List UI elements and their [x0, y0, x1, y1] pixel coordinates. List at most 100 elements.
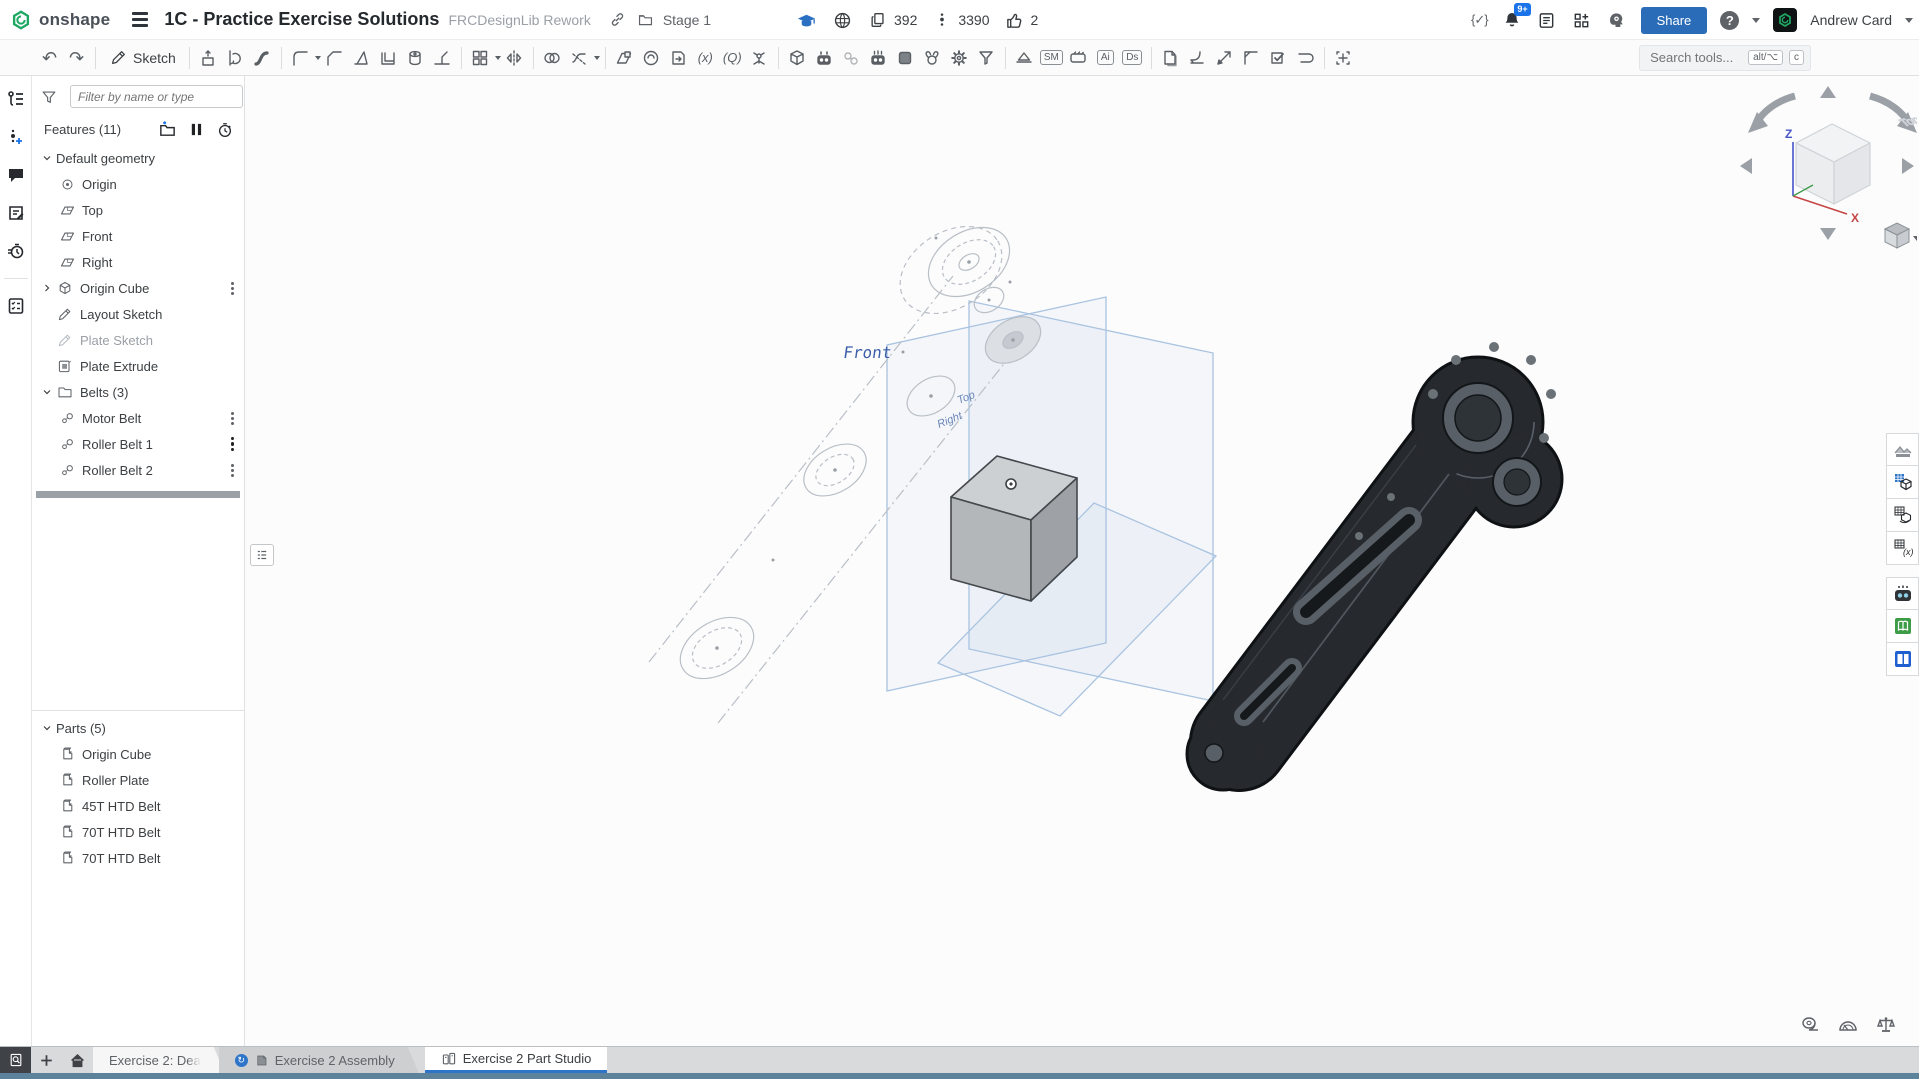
onshape-brand[interactable]: onshape	[10, 9, 110, 31]
redo-button[interactable]: ↷	[63, 45, 90, 71]
hole-icon[interactable]	[402, 45, 429, 71]
undo-button[interactable]: ↶	[36, 45, 63, 71]
viewcube-arrow-down[interactable]	[1820, 228, 1836, 240]
mass-properties-icon[interactable]	[1875, 1014, 1897, 1036]
split-caret-icon[interactable]	[594, 56, 600, 60]
hamburger-menu-icon[interactable]	[132, 12, 148, 27]
rib-icon[interactable]	[429, 45, 456, 71]
chamfer-icon[interactable]	[321, 45, 348, 71]
share-button[interactable]: Share	[1641, 7, 1708, 34]
checklist-icon[interactable]	[5, 295, 27, 317]
split-icon[interactable]	[566, 45, 593, 71]
overflow-dots-icon[interactable]	[231, 282, 234, 295]
notes-icon[interactable]	[5, 202, 27, 224]
search-tools-field[interactable]: alt/⌥ c	[1639, 45, 1811, 71]
bom-table-icon[interactable]	[1886, 466, 1919, 499]
chevron-down-icon[interactable]	[40, 151, 54, 165]
filter-input[interactable]	[70, 85, 243, 108]
copies-stat[interactable]: 392	[867, 9, 917, 31]
tree-item-layout-sketch[interactable]: Layout Sketch	[32, 301, 244, 327]
funnel-icon[interactable]	[973, 45, 1000, 71]
draft-icon[interactable]	[348, 45, 375, 71]
roller-plate-part[interactable]	[1186, 342, 1563, 791]
bend-icon[interactable]	[1292, 45, 1319, 71]
feature-list-flyout-button[interactable]	[250, 544, 274, 566]
overflow-dots-icon[interactable]	[231, 437, 235, 452]
belt-feature-icon[interactable]	[919, 45, 946, 71]
finish-icon[interactable]	[1211, 45, 1238, 71]
tree-item-motor-belt[interactable]: Motor Belt	[32, 405, 244, 431]
tree-item-front-plane[interactable]: Front	[32, 223, 244, 249]
boolean-icon[interactable]	[539, 45, 566, 71]
overflow-dots-icon[interactable]	[231, 464, 234, 477]
feature-tree-hscrollbar[interactable]	[36, 491, 240, 498]
fillet-icon[interactable]	[287, 45, 314, 71]
mirror-icon[interactable]	[501, 45, 528, 71]
globe-icon[interactable]	[831, 9, 853, 31]
history-stopwatch-icon[interactable]	[5, 240, 27, 262]
view-options-button[interactable]	[1885, 223, 1917, 248]
tab-exercise-2-part-studio[interactable]: Exercise 2 Part Studio	[425, 1047, 608, 1073]
configurations-icon[interactable]	[1886, 499, 1919, 532]
pause-icon[interactable]	[189, 122, 204, 137]
learning-head-icon[interactable]	[1606, 9, 1628, 31]
display-states-icon[interactable]	[1886, 433, 1919, 466]
parts-header[interactable]: Parts (5)	[32, 715, 244, 741]
user-caret-icon[interactable]	[1905, 18, 1913, 23]
protractor-icon[interactable]	[1837, 1014, 1859, 1036]
tree-item-plate-sketch[interactable]: Plate Sketch	[32, 327, 244, 353]
linked-document-icon[interactable]	[838, 45, 865, 71]
corner-break-icon[interactable]	[1238, 45, 1265, 71]
split-panel-app-icon[interactable]	[1886, 643, 1919, 676]
notifications-bell-icon[interactable]: 9+	[1501, 9, 1523, 31]
ds-tool-icon[interactable]: Ds	[1119, 45, 1146, 71]
origin-marker[interactable]	[1006, 479, 1016, 489]
folder-plus-icon[interactable]	[158, 120, 177, 139]
help-caret-icon[interactable]	[1752, 18, 1760, 23]
sketch-button[interactable]: Sketch	[101, 45, 184, 71]
variable-icon[interactable]: (x)	[692, 45, 719, 71]
comments-icon[interactable]	[5, 164, 27, 186]
insert-target-icon[interactable]	[1330, 45, 1357, 71]
overflow-dots-icon[interactable]	[231, 412, 234, 425]
graduation-cap-icon[interactable]	[795, 9, 817, 31]
tab-search-button[interactable]	[0, 1047, 31, 1073]
tree-item-origin[interactable]: Origin	[32, 171, 244, 197]
model-viewport[interactable]: Front Right Top	[246, 76, 1919, 1046]
uses-stat[interactable]: 3390	[931, 9, 989, 31]
chevron-down-icon[interactable]	[40, 721, 54, 735]
shell-icon[interactable]	[375, 45, 402, 71]
tab-exercise-2-assembly[interactable]: ↻ Exercise 2 Assembly	[219, 1047, 419, 1073]
viewcube-arrow-up[interactable]	[1820, 86, 1836, 98]
mate-connector-icon[interactable]	[746, 45, 773, 71]
helix-icon[interactable]	[638, 45, 665, 71]
search-tools-input[interactable]	[1650, 50, 1742, 65]
tree-item-roller-belt-2[interactable]: Roller Belt 2	[32, 457, 244, 483]
likes-stat[interactable]: 2	[1004, 9, 1039, 31]
tape-measure-icon[interactable]	[1799, 1014, 1821, 1036]
release-notes-icon[interactable]	[1536, 9, 1558, 31]
help-icon[interactable]: ?	[1720, 11, 1739, 30]
tab-exercise-2-design[interactable]: Exercise 2: Dea	[93, 1047, 225, 1073]
plane-icon[interactable]	[611, 45, 638, 71]
approve-icon[interactable]	[1265, 45, 1292, 71]
revolve-icon[interactable]	[222, 45, 249, 71]
avatar[interactable]	[1773, 8, 1797, 32]
part-item-origin-cube[interactable]: Origin Cube	[32, 741, 244, 767]
import-curve-icon[interactable]	[665, 45, 692, 71]
custom-robot-1-icon[interactable]	[811, 45, 838, 71]
flatten-icon[interactable]	[1184, 45, 1211, 71]
viewcube-arrow-right[interactable]	[1902, 158, 1914, 174]
document-location[interactable]: Stage 1	[607, 9, 711, 31]
part-item-roller-plate[interactable]: Roller Plate	[32, 767, 244, 793]
apps-grid-icon[interactable]	[1571, 9, 1593, 31]
gear-feature-icon[interactable]	[946, 45, 973, 71]
feature-list-icon[interactable]	[5, 88, 27, 110]
drawing-pages-icon[interactable]	[1157, 45, 1184, 71]
view-cube[interactable]: Top Front Right Z X	[1729, 78, 1917, 251]
configuration-variables-icon[interactable]: (x)	[1886, 532, 1919, 565]
wedge-icon[interactable]	[1011, 45, 1038, 71]
handbook-app-icon[interactable]	[1886, 610, 1919, 643]
home-button[interactable]	[62, 1047, 93, 1073]
tree-item-roller-belt-1[interactable]: Roller Belt 1	[32, 431, 244, 457]
